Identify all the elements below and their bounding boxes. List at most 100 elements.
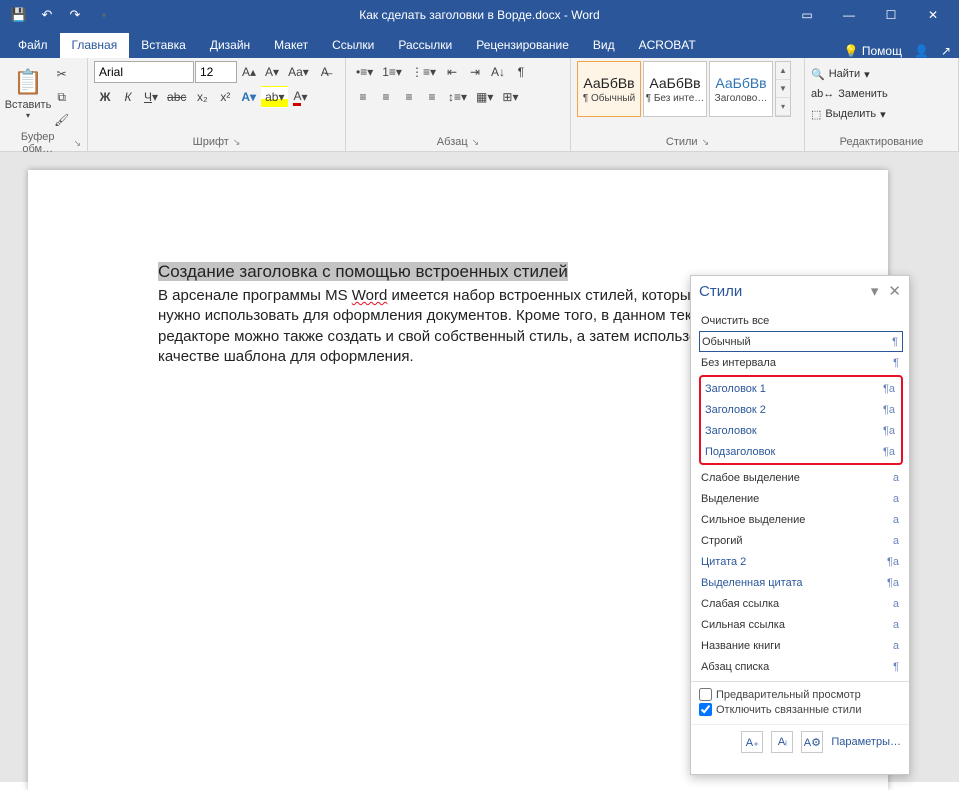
text-effects-icon[interactable]: A▾ [237,86,260,108]
tab-file[interactable]: Файл [6,33,60,58]
doc-heading[interactable]: Создание заголовка с помощью встроенных … [158,262,778,282]
style-item[interactable]: Слабое выделениеa [699,467,903,488]
maximize-icon[interactable]: ☐ [871,1,911,29]
align-left-icon[interactable]: ≡ [352,86,374,108]
ribbon-tabs: Файл Главная Вставка Дизайн Макет Ссылки… [0,30,959,58]
preview-checkbox[interactable]: Предварительный просмотр [699,688,901,701]
style-normal[interactable]: АаБбВв ¶ Обычный [577,61,641,117]
replace-button[interactable]: ab↔ Заменить [811,85,952,103]
styles-gallery-scroll[interactable]: ▲▼▾ [775,61,791,117]
styles-launcher-icon[interactable]: ↘ [702,137,710,148]
font-color-icon[interactable]: A▾ [289,86,311,108]
style-item[interactable]: Сильное выделениеa [699,509,903,530]
style-item[interactable]: Абзац списка¶ [699,656,903,677]
format-painter-icon[interactable]: 🖌 [50,109,73,131]
style-item[interactable]: Строгийa [699,530,903,551]
subscript-icon[interactable]: x₂ [191,86,213,108]
font-name-input[interactable] [94,61,194,83]
cut-icon[interactable]: ✂ [50,63,73,85]
style-item[interactable]: Выделенная цитата¶a [699,572,903,593]
bullets-icon[interactable]: •≡▾ [352,61,377,83]
find-button[interactable]: 🔍 Найти ▾ [811,65,952,83]
tab-insert[interactable]: Вставка [129,33,198,58]
style-item[interactable]: Название книгиa [699,635,903,656]
pane-close-icon[interactable]: ✕ [888,282,901,300]
pane-title: Стили [699,283,742,300]
decrease-indent-icon[interactable]: ⇤ [441,61,463,83]
style-item[interactable]: Сильная ссылкаa [699,614,903,635]
group-label-font: Шрифт [193,136,229,148]
borders-icon[interactable]: ⊞▾ [498,86,522,108]
select-button[interactable]: ⬚ Выделить ▾ [811,105,952,123]
styles-pane: Стили ▾ ✕ Очистить все Обычный¶ Без инте… [690,275,910,775]
clear-format-icon[interactable]: A̶ [314,61,336,83]
line-spacing-icon[interactable]: ↕≡▾ [444,86,471,108]
underline-icon[interactable]: Ч▾ [140,86,162,108]
shrink-font-icon[interactable]: A▾ [261,61,283,83]
group-clipboard: 📋 Вставить ▾ ✂ ⧉ 🖌 Буфер обм…↘ [0,58,88,151]
qat-customize-icon[interactable] [90,2,116,28]
increase-indent-icon[interactable]: ⇥ [464,61,486,83]
ribbon-options-icon[interactable]: ▭ [787,1,827,29]
sort-icon[interactable]: A↓ [487,61,509,83]
change-case-icon[interactable]: Aa▾ [284,61,313,83]
style-inspector-icon[interactable]: Aᵢ [771,731,793,753]
copy-icon[interactable]: ⧉ [50,86,73,108]
group-label-paragraph: Абзац [437,136,468,148]
close-icon[interactable]: ✕ [913,1,953,29]
numbering-icon[interactable]: 1≡▾ [378,61,406,83]
style-item-subheading[interactable]: Подзаголовок¶a [703,441,899,462]
group-label-styles: Стили [666,136,698,148]
strike-icon[interactable]: abc [163,86,190,108]
style-item-heading1[interactable]: Заголовок 1¶a [703,378,899,399]
style-item-heading[interactable]: Заголовок¶a [703,420,899,441]
style-no-spacing[interactable]: АаБбВв ¶ Без инте… [643,61,707,117]
superscript-icon[interactable]: x² [214,86,236,108]
italic-icon[interactable]: К [117,86,139,108]
tab-acrobat[interactable]: ACROBAT [627,33,708,58]
paragraph-launcher-icon[interactable]: ↘ [472,137,480,148]
align-center-icon[interactable]: ≡ [375,86,397,108]
bold-icon[interactable]: Ж [94,86,116,108]
save-icon[interactable]: 💾 [6,2,32,28]
style-item[interactable]: Цитата 2¶a [699,551,903,572]
share-icon[interactable]: ↗ [941,44,951,58]
align-right-icon[interactable]: ≡ [398,86,420,108]
shading-icon[interactable]: ▦▾ [472,86,497,108]
undo-icon[interactable]: ↶ [34,2,60,28]
tab-mailings[interactable]: Рассылки [386,33,464,58]
tell-me[interactable]: 💡 Помощ [844,44,902,58]
pane-menu-icon[interactable]: ▾ [871,282,879,300]
pane-options-link[interactable]: Параметры… [831,736,901,748]
account-icon[interactable]: 👤 [914,44,929,58]
style-item-normal[interactable]: Обычный¶ [699,331,903,352]
style-item[interactable]: Слабая ссылкаa [699,593,903,614]
show-marks-icon[interactable]: ¶ [510,61,532,83]
justify-icon[interactable]: ≡ [421,86,443,108]
group-paragraph: •≡▾ 1≡▾ ⋮≡▾ ⇤ ⇥ A↓ ¶ ≡ ≡ ≡ ≡ ↕≡▾ ▦▾ ⊞▾ А… [346,58,571,151]
style-item-nospacing[interactable]: Без интервала¶ [699,352,903,373]
tab-references[interactable]: Ссылки [320,33,386,58]
multilevel-icon[interactable]: ⋮≡▾ [407,61,440,83]
highlight-icon[interactable]: ab▾ [261,86,288,108]
paste-button[interactable]: 📋 Вставить ▾ [6,61,50,127]
disable-linked-checkbox[interactable]: Отключить связанные стили [699,703,901,716]
font-launcher-icon[interactable]: ↘ [233,137,241,148]
tab-view[interactable]: Вид [581,33,627,58]
minimize-icon[interactable]: — [829,1,869,29]
redo-icon[interactable]: ↷ [62,2,88,28]
tab-design[interactable]: Дизайн [198,33,262,58]
font-size-input[interactable] [195,61,237,83]
doc-paragraph[interactable]: В арсенале программы MS Word имеется наб… [158,286,778,367]
tab-layout[interactable]: Макет [262,33,320,58]
tab-review[interactable]: Рецензирование [464,33,581,58]
style-clear-all[interactable]: Очистить все [699,310,903,331]
grow-font-icon[interactable]: A▴ [238,61,260,83]
style-item[interactable]: Выделениеa [699,488,903,509]
style-heading[interactable]: АаБбВв Заголово… [709,61,773,117]
manage-styles-icon[interactable]: A⚙ [801,731,823,753]
style-item-heading2[interactable]: Заголовок 2¶a [703,399,899,420]
new-style-icon[interactable]: A₊ [741,731,763,753]
clipboard-launcher-icon[interactable]: ↘ [73,138,81,149]
tab-home[interactable]: Главная [60,33,130,58]
